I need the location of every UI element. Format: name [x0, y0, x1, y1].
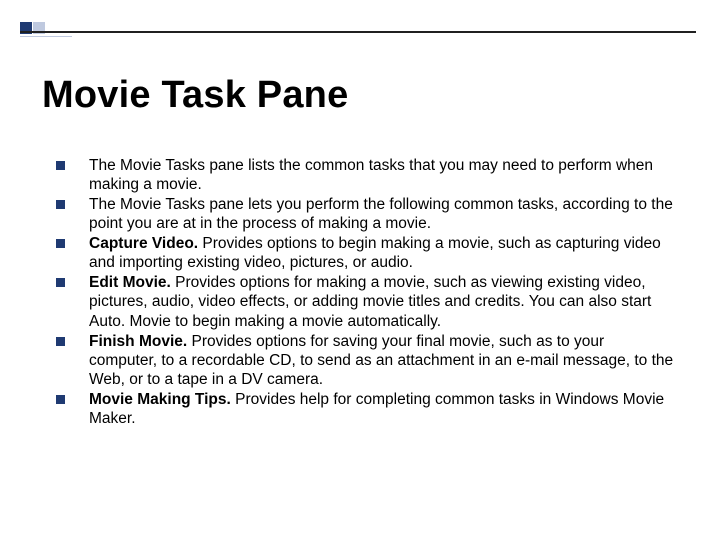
square-bullet-icon: [56, 161, 65, 170]
square-bullet-icon: [56, 337, 65, 346]
list-item-text: The Movie Tasks pane lists the common ta…: [89, 156, 676, 194]
square-bullet-icon: [56, 239, 65, 248]
list-item: Finish Movie. Provides options for savin…: [56, 332, 676, 389]
list-item-text: The Movie Tasks pane lets you perform th…: [89, 195, 676, 233]
list-item: Edit Movie. Provides options for making …: [56, 273, 676, 330]
list-item-text: Capture Video. Provides options to begin…: [89, 234, 676, 272]
header-rule: [20, 31, 696, 33]
list-item: The Movie Tasks pane lists the common ta…: [56, 156, 676, 194]
square-bullet-icon: [56, 278, 65, 287]
list-item: Movie Making Tips. Provides help for com…: [56, 390, 676, 428]
slide-title: Movie Task Pane: [42, 74, 348, 117]
square-bullet-icon: [56, 395, 65, 404]
list-item-text: Movie Making Tips. Provides help for com…: [89, 390, 676, 428]
list-item: Capture Video. Provides options to begin…: [56, 234, 676, 272]
bullet-list: The Movie Tasks pane lists the common ta…: [56, 156, 676, 429]
list-item-text: Finish Movie. Provides options for savin…: [89, 332, 676, 389]
slide-accent: [20, 22, 72, 44]
list-item: The Movie Tasks pane lets you perform th…: [56, 195, 676, 233]
list-item-text: Edit Movie. Provides options for making …: [89, 273, 676, 330]
square-bullet-icon: [56, 200, 65, 209]
